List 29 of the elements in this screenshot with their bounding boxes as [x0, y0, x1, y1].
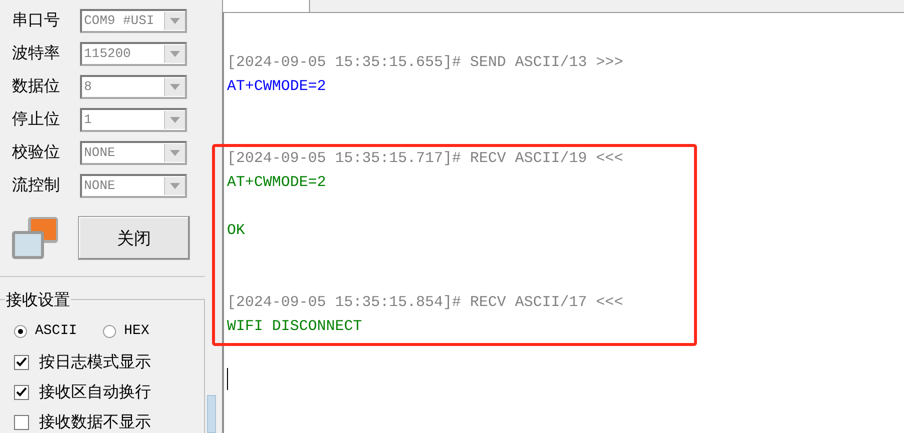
checkbox[interactable]: [14, 384, 29, 400]
radio-label: HEX: [124, 323, 150, 339]
radio-button[interactable]: [14, 324, 27, 338]
windows-icon: [10, 215, 60, 261]
field-label: 数据位: [12, 76, 61, 97]
radio-option[interactable]: HEX: [103, 323, 150, 339]
radio-button[interactable]: [103, 324, 116, 338]
checkbox[interactable]: [14, 354, 29, 370]
log-header: [2024-09-05 15:35:15.717]# RECV ASCII/19 <<<: [227, 149, 624, 169]
field-label: 串口号: [12, 10, 61, 31]
checkbox-label: 接收数据不显示: [39, 412, 151, 432]
close-button[interactable]: 关闭: [78, 216, 190, 260]
field-label: 流控制: [12, 175, 61, 196]
field-label: 停止位: [12, 109, 61, 130]
checkbox-label: 接收区自动换行: [39, 382, 151, 402]
radio-label: ASCII: [35, 323, 78, 339]
log-header: [2024-09-05 15:35:15.854]# RECV ASCII/17 <<<: [227, 293, 624, 313]
scrollbar[interactable]: [207, 395, 216, 433]
checkbox-label: 按日志模式显示: [39, 352, 151, 372]
log-header: [2024-09-05 15:35:15.655]# SEND ASCII/13 >>>: [227, 53, 624, 73]
field-label: 波特率: [12, 43, 61, 64]
log-message: AT+CWMODE=2: [227, 173, 328, 193]
text-cursor: [227, 368, 228, 390]
log-message: WIFI DISCONNECT: [227, 317, 364, 337]
log-message: AT+CWMODE=2: [227, 77, 328, 97]
radio-option[interactable]: ASCII: [14, 323, 78, 339]
log-message: OK: [227, 221, 246, 241]
checkbox[interactable]: [14, 414, 29, 430]
field-label: 校验位: [12, 142, 61, 163]
